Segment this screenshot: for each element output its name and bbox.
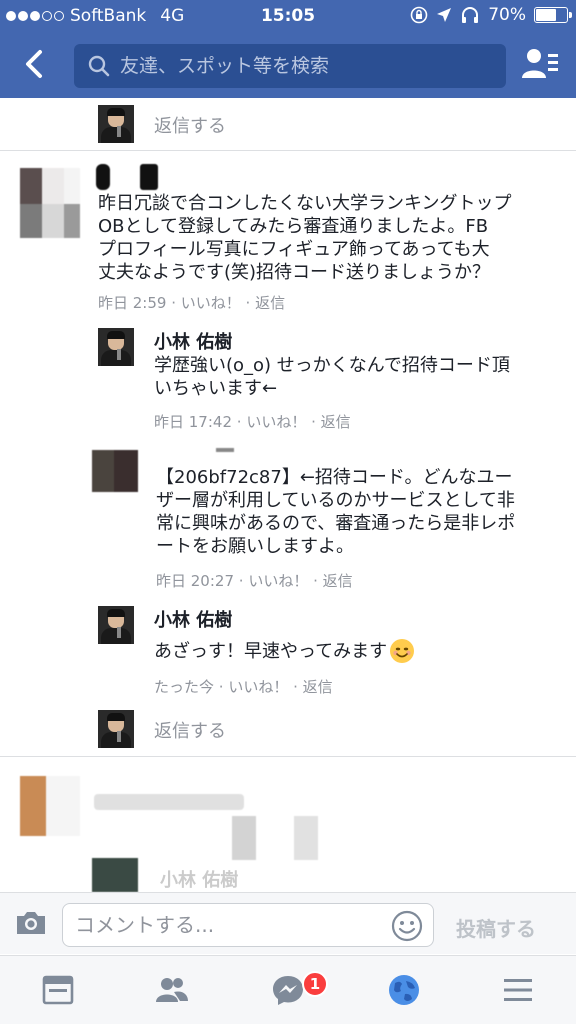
comment-box[interactable] <box>62 903 434 947</box>
avatar[interactable] <box>20 168 80 238</box>
comment-meta: 昨日 17:42 · いいね！ · 返信 <box>154 413 351 431</box>
divider <box>0 150 576 151</box>
author-name[interactable]: 小林 佑樹 <box>160 866 238 892</box>
comment-text: 【206bf72c87】←招待コード。どんなユー ザー層が利用しているのかサービ… <box>156 467 516 557</box>
search-bar[interactable] <box>74 44 506 88</box>
search-input[interactable] <box>120 55 500 77</box>
comment-input[interactable] <box>75 913 375 937</box>
back-arrow-icon[interactable] <box>18 46 54 82</box>
comment-meta: 昨日 2:59 · いいね！ · 返信 <box>98 294 286 312</box>
author-name-redacted <box>96 164 186 194</box>
comment-time: 昨日 2:59 <box>98 294 167 312</box>
avatar[interactable] <box>98 606 134 644</box>
emoji-icon[interactable] <box>391 910 423 942</box>
battery-percent: 70% <box>488 5 526 25</box>
author-name-redacted <box>156 446 236 456</box>
comment-text: あざっす！早速やってみます <box>154 638 564 664</box>
location-arrow-icon <box>437 8 452 22</box>
status-bar: SoftBank 4G 15:05 70% <box>0 0 576 32</box>
comment-text: 昨日冗談で合コンしたくない大学ランキングトップ OBとして登録してみたら審査通り… <box>98 193 512 283</box>
reply-link[interactable]: 返信 <box>303 678 333 696</box>
search-icon <box>88 55 110 77</box>
avatar[interactable] <box>98 105 134 143</box>
comment-time: たった今 <box>154 678 215 696</box>
avatar[interactable] <box>92 450 138 492</box>
like-link[interactable]: いいね！ <box>248 572 308 590</box>
reply-link[interactable]: 返信 <box>255 294 285 312</box>
post-button[interactable]: 投稿する <box>456 913 536 942</box>
comment-meta: たった今 · いいね！ · 返信 <box>154 678 333 696</box>
reply-link[interactable]: 返信 <box>323 572 353 590</box>
friend-requests-icon[interactable] <box>520 46 560 82</box>
avatar[interactable] <box>92 858 138 892</box>
orientation-lock-icon <box>410 6 428 24</box>
battery-icon <box>534 7 572 23</box>
like-link[interactable]: いいね！ <box>246 413 306 431</box>
author-name[interactable]: 小林 佑樹 <box>154 328 232 354</box>
news-feed-icon[interactable] <box>40 972 76 1008</box>
comment-meta: 昨日 20:27 · いいね！ · 返信 <box>156 572 353 590</box>
reply-link[interactable]: 返信する <box>154 112 226 138</box>
like-link[interactable]: いいね！ <box>181 294 241 312</box>
messenger-badge: 1 <box>302 971 328 997</box>
comment-time: 昨日 17:42 <box>154 413 232 431</box>
messenger-icon[interactable] <box>270 972 306 1008</box>
divider <box>0 756 576 757</box>
avatar[interactable] <box>20 776 80 836</box>
notifications-globe-icon[interactable] <box>386 972 422 1008</box>
like-link[interactable]: いいね！ <box>228 678 288 696</box>
comment-text: 学歴強い(o_o) せっかくなんで招待コード頂 いちゃいます← <box>154 355 510 399</box>
menu-icon[interactable] <box>500 972 536 1008</box>
camera-icon[interactable] <box>14 909 48 937</box>
avatar[interactable] <box>98 328 134 366</box>
author-name[interactable]: 小林 佑樹 <box>154 606 232 632</box>
comment-time: 昨日 20:27 <box>156 572 234 590</box>
reply-link[interactable]: 返信する <box>154 717 226 743</box>
app-header: SoftBank 4G 15:05 70% <box>0 0 576 98</box>
reply-link[interactable]: 返信 <box>321 413 351 431</box>
avatar[interactable] <box>98 710 134 748</box>
comment-composer: 投稿する <box>0 892 576 954</box>
friends-icon[interactable] <box>154 972 190 1008</box>
smiling-face-emoji-icon <box>390 639 415 663</box>
tab-bar: 1 <box>0 955 576 1024</box>
headphones-icon <box>462 7 479 23</box>
